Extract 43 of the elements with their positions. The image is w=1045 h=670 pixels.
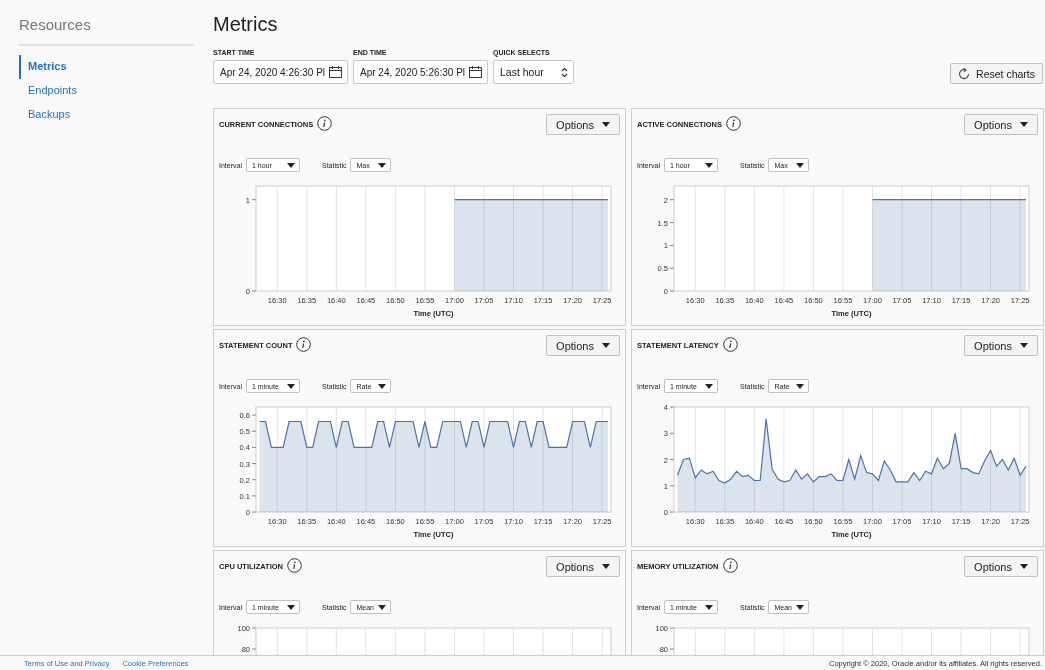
caret-icon — [704, 162, 713, 168]
page-title: Metrics — [213, 12, 279, 36]
options-button[interactable]: Options — [546, 556, 620, 577]
info-icon[interactable] — [296, 337, 312, 352]
info-icon[interactable] — [722, 558, 738, 573]
calendar-icon — [469, 66, 482, 78]
sidebar-title: Resources — [19, 16, 92, 35]
sidebar-item[interactable]: Backups — [19, 103, 194, 127]
info-icon[interactable] — [726, 116, 741, 131]
caret-icon — [704, 604, 713, 610]
caret-icon — [796, 162, 805, 168]
caret-icon — [286, 383, 295, 389]
caret-icon — [602, 122, 610, 127]
caret-icon — [378, 162, 387, 168]
options-button[interactable]: Options — [964, 114, 1038, 135]
date-field[interactable]: Apr 24, 2020 4:26:30 Pl — [213, 60, 348, 84]
caret-icon — [602, 343, 610, 348]
chevrons-icon — [561, 66, 568, 78]
refresh-icon — [958, 67, 971, 80]
caret-icon — [378, 604, 387, 610]
info-icon[interactable] — [722, 337, 738, 352]
sidebar-item[interactable]: Metrics — [19, 55, 194, 79]
sidebar-item[interactable]: Endpoints — [19, 79, 194, 103]
caret-icon — [1020, 343, 1028, 348]
info-icon[interactable] — [287, 558, 303, 573]
quick-select-dropdown[interactable]: Last hour — [493, 60, 574, 84]
caret-icon — [1020, 122, 1028, 127]
info-icon[interactable] — [317, 116, 333, 131]
calendar-icon — [329, 66, 342, 78]
caret-icon — [796, 383, 805, 389]
caret-icon — [796, 604, 805, 610]
caret-icon — [1020, 564, 1028, 569]
caret-icon — [704, 383, 713, 389]
caret-icon — [378, 383, 387, 389]
caret-icon — [602, 564, 610, 569]
caret-icon — [286, 162, 295, 168]
options-button[interactable]: Options — [546, 114, 620, 135]
options-button[interactable]: Options — [546, 335, 620, 356]
options-button[interactable]: Options — [964, 335, 1038, 356]
caret-icon — [286, 604, 295, 610]
options-button[interactable]: Options — [964, 556, 1038, 577]
reset-charts-button[interactable]: Reset charts — [950, 63, 1043, 84]
date-field[interactable]: Apr 24, 2020 5:26:30 Pl — [353, 60, 488, 84]
